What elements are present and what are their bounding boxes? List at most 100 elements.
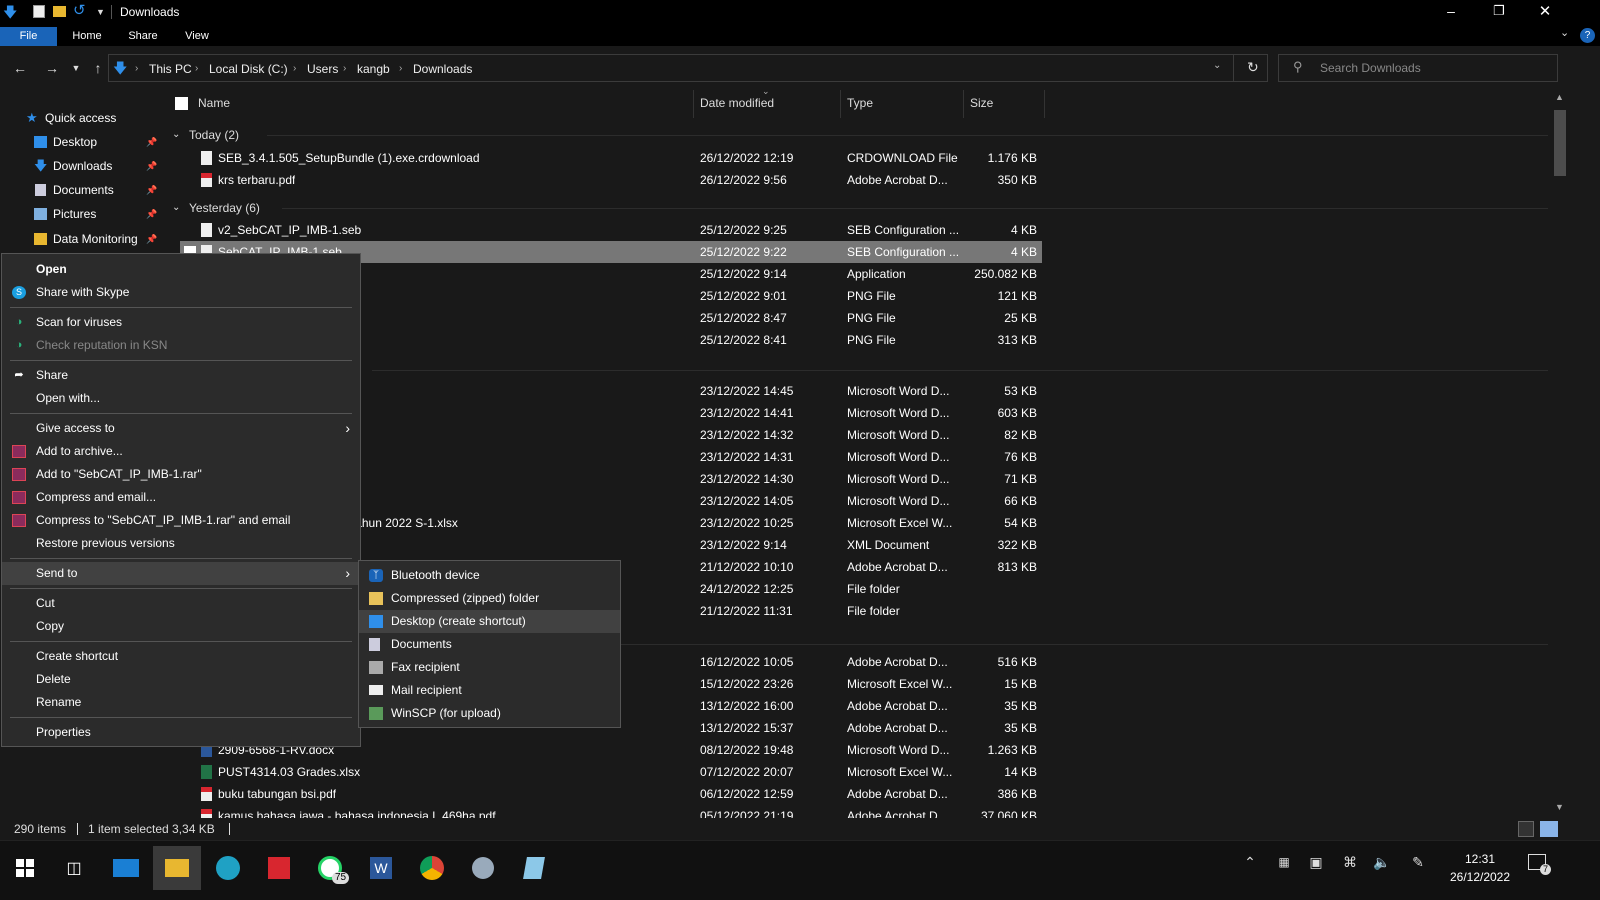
menu-add-rar[interactable]: Add to "SebCAT_IP_IMB-1.rar" <box>2 463 360 486</box>
breadcrumb-users[interactable]: Users <box>307 47 338 91</box>
column-divider[interactable] <box>840 90 841 118</box>
menu-send-to[interactable]: Send to › <box>2 562 360 585</box>
menu-scan-viruses[interactable]: ◑ Scan for viruses <box>2 311 360 334</box>
menu-share[interactable]: ➦ Share <box>2 364 360 387</box>
vertical-scrollbar[interactable]: ▲ ▼ <box>1552 90 1568 818</box>
address-dropdown-icon[interactable]: ⌄ <box>1213 60 1221 71</box>
taskbar-notes[interactable] <box>510 846 558 890</box>
column-name[interactable]: Name <box>198 90 230 116</box>
sidebar-item-desktop[interactable]: Desktop 📌 <box>0 130 160 154</box>
breadcrumb-local-disk[interactable]: Local Disk (C:) <box>209 47 288 91</box>
menu-open[interactable]: Open <box>2 258 360 281</box>
column-type[interactable]: Type <box>847 90 873 116</box>
minimize-button[interactable]: – <box>1428 0 1474 24</box>
battery-icon[interactable]: ▦ <box>1274 852 1294 872</box>
tab-view[interactable]: View <box>172 27 222 46</box>
notification-center-button[interactable]: 7 <box>1524 852 1552 880</box>
send-to-desktop[interactable]: Desktop (create shortcut) <box>359 610 620 633</box>
taskbar-app[interactable] <box>459 846 507 890</box>
file-row[interactable]: krs terbaru.pdf 26/12/2022 9:56 Adobe Acro… <box>180 169 1042 191</box>
group-header-today[interactable]: ⌄ Today (2) <box>172 123 1552 147</box>
taskbar-chrome[interactable] <box>408 846 456 890</box>
menu-cut[interactable]: Cut <box>2 592 360 615</box>
menu-give-access[interactable]: Give access to › <box>2 417 360 440</box>
tab-file[interactable]: File <box>0 27 57 46</box>
send-to-mail[interactable]: Mail recipient <box>359 679 620 702</box>
column-divider[interactable] <box>693 90 694 118</box>
send-to-documents[interactable]: Documents <box>359 633 620 656</box>
refresh-icon[interactable]: ↻ <box>1247 59 1259 76</box>
menu-copy[interactable]: Copy <box>2 615 360 638</box>
recent-locations-button[interactable]: ▼ <box>68 58 84 78</box>
send-to-bluetooth[interactable]: ᛉ Bluetooth device <box>359 564 620 587</box>
details-view-button[interactable] <box>1518 821 1534 837</box>
send-to-zip[interactable]: Compressed (zipped) folder <box>359 587 620 610</box>
send-to-fax[interactable]: Fax recipient <box>359 656 620 679</box>
back-button[interactable]: ← <box>8 58 32 78</box>
menu-properties[interactable]: Properties <box>2 721 360 744</box>
properties-icon[interactable] <box>33 5 45 18</box>
file-row[interactable]: PUST4314.03 Grades.xlsx 07/12/2022 20:07 M… <box>180 761 1042 783</box>
restore-button[interactable]: ❐ <box>1476 0 1522 24</box>
select-all-checkbox[interactable] <box>175 97 188 110</box>
menu-compress-rar-email[interactable]: Compress to "SebCAT_IP_IMB-1.rar" and em… <box>2 509 360 532</box>
task-view-button[interactable]: ◫ <box>50 846 98 890</box>
taskbar-edge[interactable] <box>204 846 252 890</box>
taskbar-whatsapp[interactable]: 75 <box>306 846 354 890</box>
sidebar-quick-access[interactable]: ★ Quick access <box>0 106 160 130</box>
breadcrumb-this-pc[interactable]: This PC <box>149 47 192 91</box>
send-to-winscp[interactable]: WinSCP (for upload) <box>359 702 620 725</box>
file-row[interactable]: v2_SebCAT_IP_IMB-1.seb 25/12/2022 9:25 SEB… <box>180 219 1042 241</box>
column-size[interactable]: Size <box>970 90 993 116</box>
show-hidden-icons[interactable]: ⌃ <box>1242 852 1258 872</box>
volume-icon[interactable]: 🔈 <box>1372 852 1392 872</box>
breadcrumb-downloads[interactable]: Downloads <box>413 47 472 91</box>
menu-add-archive[interactable]: Add to archive... <box>2 440 360 463</box>
start-button[interactable] <box>1 846 49 890</box>
tab-share[interactable]: Share <box>118 27 168 46</box>
group-header-yesterday[interactable]: ⌄ Yesterday (6) <box>172 196 1552 220</box>
breadcrumb-kangb[interactable]: kangb <box>357 47 390 91</box>
address-bar[interactable]: 🡇 › This PC › Local Disk (C:) › Users › … <box>108 54 1268 82</box>
forward-button[interactable]: → <box>40 58 64 78</box>
wifi-icon[interactable]: ⌘ <box>1340 852 1360 872</box>
search-box[interactable]: ⚲ Search Downloads <box>1278 54 1558 82</box>
sidebar-item-data-monitoring[interactable]: Data Monitoring 📌 <box>0 227 160 251</box>
sidebar-item-downloads[interactable]: 🡇 Downloads 📌 <box>0 154 160 178</box>
column-divider[interactable] <box>963 90 964 118</box>
taskbar-file-explorer[interactable] <box>153 846 201 890</box>
close-button[interactable]: ✕ <box>1522 0 1568 24</box>
clock[interactable]: 12:31 26/12/2022 <box>1440 846 1520 890</box>
search-input[interactable]: Search Downloads <box>1320 55 1421 81</box>
menu-compress-email[interactable]: Compress and email... <box>2 486 360 509</box>
file-row[interactable]: SEB_3.4.1.505_SetupBundle (1).exe.crdown… <box>180 147 1042 169</box>
sidebar-item-documents[interactable]: Documents 📌 <box>0 178 160 202</box>
column-date[interactable]: Date modified <box>700 90 774 116</box>
help-icon[interactable]: ? <box>1580 28 1595 43</box>
new-folder-icon[interactable] <box>53 6 66 17</box>
tab-home[interactable]: Home <box>62 27 112 46</box>
quick-access-download-icon[interactable]: 🡇 <box>3 3 17 21</box>
undo-icon[interactable]: ↺ <box>73 2 86 20</box>
pen-icon[interactable]: ✎ <box>1408 852 1428 872</box>
large-icons-view-button[interactable] <box>1540 821 1558 837</box>
menu-delete[interactable]: Delete <box>2 668 360 691</box>
menu-restore-versions[interactable]: Restore previous versions <box>2 532 360 555</box>
taskbar-acrobat[interactable] <box>255 846 303 890</box>
expand-ribbon-icon[interactable]: ⌄ <box>1560 26 1569 39</box>
menu-create-shortcut[interactable]: Create shortcut <box>2 645 360 668</box>
menu-share-with-skype[interactable]: S Share with Skype <box>2 281 360 304</box>
taskbar-mail[interactable] <box>102 846 150 890</box>
file-row[interactable]: buku tabungan bsi.pdf 06/12/2022 12:59 Ado… <box>180 783 1042 805</box>
scroll-down-icon[interactable]: ▼ <box>1555 802 1564 812</box>
scrollbar-thumb[interactable] <box>1554 110 1566 176</box>
taskbar-word[interactable]: W <box>357 846 405 890</box>
menu-rename[interactable]: Rename <box>2 691 360 714</box>
menu-open-with[interactable]: Open with... <box>2 387 360 410</box>
up-button[interactable]: ↑ <box>86 58 110 78</box>
meet-now-icon[interactable]: ▣ <box>1306 852 1326 872</box>
sidebar-item-pictures[interactable]: Pictures 📌 <box>0 202 160 226</box>
scroll-up-icon[interactable]: ▲ <box>1555 92 1564 102</box>
customize-toolbar-icon[interactable]: ▼ <box>96 4 105 20</box>
column-divider[interactable] <box>1044 90 1045 118</box>
